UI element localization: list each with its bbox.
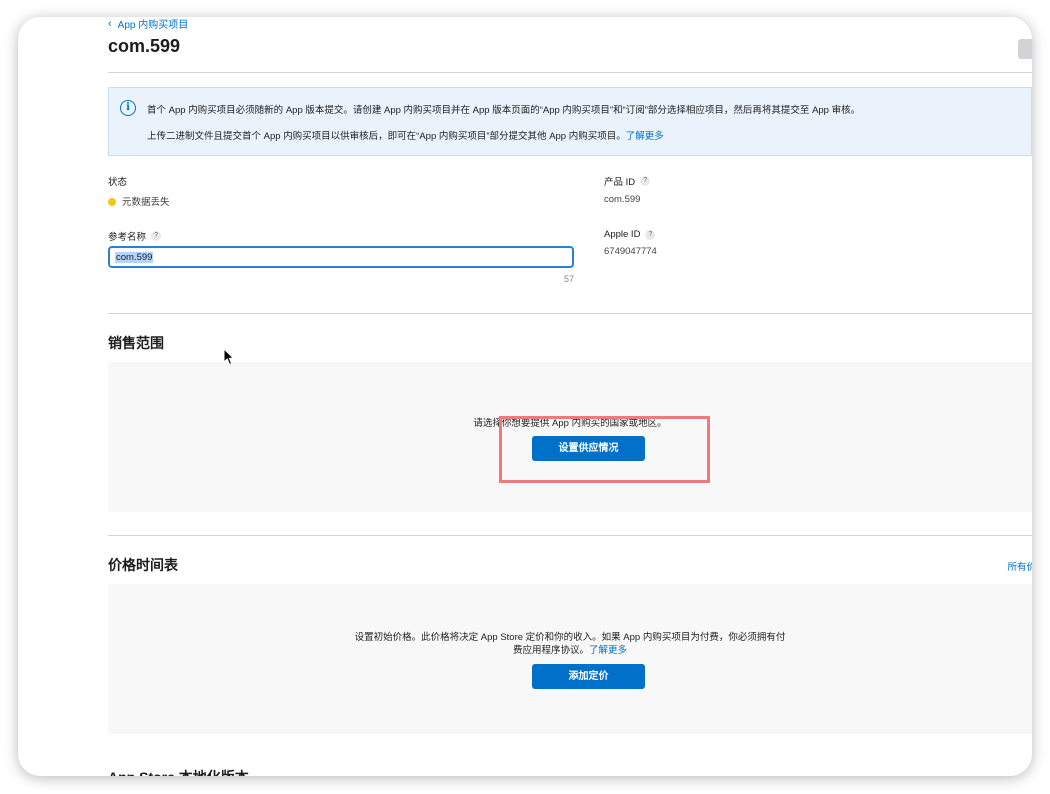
product-id-value: com.599 (604, 194, 641, 205)
ref-name-char-count: 57 (563, 274, 574, 284)
section-divider (108, 313, 1032, 314)
add-pricing-button[interactable]: 添加定价 (532, 664, 645, 689)
status-label: 状态 (108, 177, 128, 188)
info-icon: i (120, 100, 136, 116)
section-divider (108, 535, 1032, 536)
help-icon[interactable]: ? (645, 229, 656, 240)
notice-line-1: 首个 App 内购买项目必须随新的 App 版本提交。请创建 App 内购买项目… (147, 105, 861, 116)
all-prices-link[interactable]: 所有价 (1007, 559, 1032, 573)
availability-title: 销售范围 (108, 335, 164, 351)
top-right-button[interactable] (1018, 39, 1032, 59)
product-id-label: 产品 ID (604, 177, 636, 188)
notice-line-2-text: 上传二进制文件且提交首个 App 内购买项目以供审核后，即可在“App 内购买项… (147, 131, 626, 142)
apple-id-label: Apple ID (604, 229, 641, 240)
pricing-message-line-2: 费应用程序协议。了解更多 (108, 642, 1032, 656)
chevron-left-icon: ‹ (108, 17, 112, 30)
info-notice: i 首个 App 内购买项目必须随新的 App 版本提交。请创建 App 内购买… (108, 87, 1032, 156)
pricing-learn-more-link[interactable]: 了解更多 (589, 645, 627, 656)
pricing-message-line-2-text: 费应用程序协议。 (512, 645, 589, 656)
mouse-cursor-icon (223, 348, 235, 366)
highlight-annotation (499, 416, 710, 483)
localization-title: App Store 本地化版本 (108, 767, 249, 776)
notice-learn-more-link[interactable]: 了解更多 (626, 131, 664, 142)
status-value-row: 元数据丢失 (108, 194, 170, 208)
page-title: com.599 (108, 36, 181, 56)
apple-id-value: 6749047774 (604, 246, 657, 257)
ref-name-input[interactable]: com.599 (108, 246, 574, 268)
app-window: ‹ App 内购买项目 com.599 i 首个 App 内购买项目必须随新的 … (18, 17, 1032, 776)
breadcrumb-back-link[interactable]: ‹ App 内购买项目 (108, 17, 189, 32)
breadcrumb-label: App 内购买项目 (117, 20, 189, 31)
ref-name-label-row: 参考名称 ? (108, 229, 162, 243)
main-content: ‹ App 内购买项目 com.599 i 首个 App 内购买项目必须随新的 … (108, 17, 1032, 776)
apple-id-field: Apple ID ? 6749047774 (604, 229, 657, 257)
help-icon[interactable]: ? (640, 176, 651, 186)
pricing-message-line-1: 设置初始价格。此价格将决定 App Store 定价和你的收入。如果 App 内… (354, 632, 786, 643)
status-field: 状态 元数据丢失 (108, 174, 170, 208)
header-divider (108, 72, 1032, 73)
ref-name-label: 参考名称 (108, 232, 147, 243)
status-value: 元数据丢失 (122, 197, 170, 208)
pricing-panel: 设置初始价格。此价格将决定 App Store 定价和你的收入。如果 App 内… (108, 584, 1032, 734)
product-id-field: 产品 ID ? com.599 (604, 174, 651, 205)
status-dot-icon (108, 198, 116, 206)
help-icon[interactable]: ? (151, 231, 162, 241)
product-id-label-row: 产品 ID ? (604, 174, 651, 188)
notice-line-2: 上传二进制文件且提交首个 App 内购买项目以供审核后，即可在“App 内购买项… (147, 128, 664, 142)
pricing-title: 价格时间表 (108, 557, 178, 573)
apple-id-label-row: Apple ID ? (604, 229, 657, 240)
ref-name-input-value: com.599 (115, 251, 154, 263)
